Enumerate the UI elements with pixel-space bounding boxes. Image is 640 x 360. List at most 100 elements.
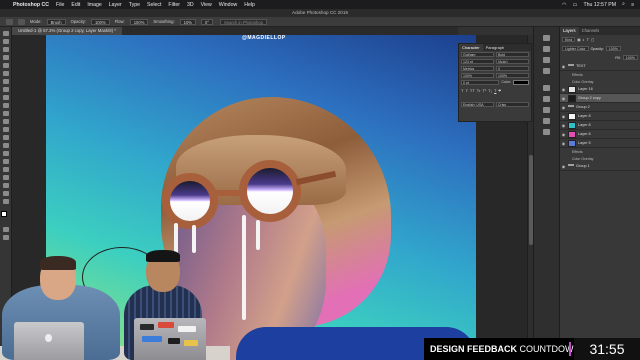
healing-brush-tool-icon[interactable] <box>2 87 9 92</box>
small-caps-button[interactable]: Tr <box>477 88 481 93</box>
superscript-button[interactable]: T¹ <box>482 88 486 93</box>
battery-icon[interactable]: ▭ <box>573 2 578 8</box>
opacity-field[interactable]: 100% <box>90 18 110 25</box>
swatches-panel-icon[interactable] <box>543 129 550 135</box>
type-tool-icon[interactable] <box>2 159 9 164</box>
visibility-eye-icon[interactable]: ◉ <box>561 87 566 92</box>
menu-clock[interactable]: Thu 12:57 PM <box>583 2 616 8</box>
visibility-eye-icon[interactable]: ◉ <box>561 164 566 169</box>
pen-tool-icon[interactable] <box>2 151 9 156</box>
foreground-color-swatch[interactable] <box>1 211 7 217</box>
quick-mask-icon[interactable] <box>2 227 9 232</box>
menu-image[interactable]: Image <box>87 2 101 8</box>
shape-tool-icon[interactable] <box>2 175 9 180</box>
font-size-field[interactable]: 124 pt <box>461 59 494 64</box>
antialias-select[interactable]: Crisp <box>496 102 529 107</box>
properties-panel-icon[interactable] <box>543 46 550 52</box>
layer-effect-item[interactable]: Color Overlay <box>560 155 640 162</box>
menu-list-icon[interactable]: ≡ <box>631 2 634 8</box>
eyedropper-tool-icon[interactable] <box>2 79 9 84</box>
visibility-eye-icon[interactable]: ◉ <box>561 64 566 69</box>
menu-help[interactable]: Help <box>244 2 255 8</box>
subscript-button[interactable]: T₁ <box>488 88 492 93</box>
search-icon[interactable]: ⌕ <box>622 1 625 8</box>
filter-shape-icon[interactable]: ▢ <box>591 38 594 42</box>
eraser-tool-icon[interactable] <box>2 119 9 124</box>
brush-settings-icon[interactable] <box>543 118 550 124</box>
menu-view[interactable]: View <box>201 2 212 8</box>
strikethrough-button[interactable]: T <box>498 88 500 93</box>
layer-opacity-field[interactable]: 100% <box>605 46 621 51</box>
layer-group-row[interactable]: ◉ TEXT <box>560 62 640 71</box>
all-caps-button[interactable]: TT <box>470 88 475 93</box>
quick-select-tool-icon[interactable] <box>2 55 9 60</box>
layer-row[interactable]: ◉ Layer 8 <box>560 112 640 121</box>
menu-layer[interactable]: Layer <box>109 2 122 8</box>
more-tools-icon[interactable] <box>2 199 9 204</box>
lasso-tool-icon[interactable] <box>2 47 9 52</box>
tab-character[interactable]: Character <box>459 44 483 51</box>
menu-window[interactable]: Window <box>219 2 237 8</box>
visibility-eye-icon[interactable]: ◉ <box>561 132 566 137</box>
blend-mode-select[interactable]: Lighter Color <box>562 46 589 51</box>
gradient-tool-icon[interactable] <box>2 127 9 132</box>
menu-type[interactable]: Type <box>129 2 140 8</box>
layer-row[interactable]: ◉ Layer 5 <box>560 139 640 148</box>
layer-group-row[interactable]: ◉ Group 1 <box>560 162 640 171</box>
menu-filter[interactable]: Filter <box>168 2 180 8</box>
tracking-field[interactable]: 0 <box>496 66 529 71</box>
menu-3d[interactable]: 3D <box>187 2 194 8</box>
layer-row[interactable]: ◉ Layer 6 <box>560 130 640 139</box>
faux-italic-button[interactable]: T <box>465 88 467 93</box>
move-tool-icon[interactable] <box>2 31 9 36</box>
baseline-shift-field[interactable]: 0 pt <box>461 80 500 85</box>
menu-file[interactable]: File <box>56 2 64 8</box>
font-family-select[interactable]: Gotham <box>461 52 494 57</box>
visibility-eye-icon[interactable]: ◉ <box>561 114 566 119</box>
wifi-icon[interactable]: ◠ <box>562 2 567 8</box>
layer-row[interactable]: ◉ Layer 16 <box>560 85 640 94</box>
path-select-tool-icon[interactable] <box>2 167 9 172</box>
history-panel-icon[interactable] <box>543 35 550 41</box>
faux-bold-button[interactable]: T <box>461 88 463 93</box>
glyphs-panel-icon[interactable] <box>543 107 550 113</box>
vertical-scale-field[interactable]: 100% <box>461 73 494 78</box>
kerning-field[interactable]: Metrics <box>461 66 494 71</box>
menu-select[interactable]: Select <box>147 2 161 8</box>
brush-preset-icon[interactable] <box>18 18 25 25</box>
blur-tool-icon[interactable] <box>2 135 9 140</box>
tab-paragraph[interactable]: Paragraph <box>483 44 508 51</box>
screen-mode-icon[interactable] <box>2 235 9 240</box>
smoothing-field[interactable]: 10% <box>179 18 196 25</box>
layer-effect-item[interactable]: Effects <box>560 148 640 155</box>
visibility-eye-icon[interactable]: ◉ <box>561 123 566 128</box>
brush-tool-icon[interactable] <box>2 95 9 100</box>
clone-stamp-tool-icon[interactable] <box>2 103 9 108</box>
underline-button[interactable]: T <box>494 88 496 93</box>
menu-app-name[interactable]: Photoshop CC <box>13 2 49 8</box>
visibility-eye-icon[interactable]: ◉ <box>561 141 566 146</box>
document-tab[interactable]: Untitled-1 @ 67.2% (Group 2 copy, Layer … <box>12 27 122 35</box>
filter-pixel-icon[interactable]: ▦ <box>577 38 580 42</box>
filter-type-icon[interactable]: T <box>587 38 589 42</box>
flow-field[interactable]: 100% <box>129 18 149 25</box>
font-style-select[interactable]: Bold <box>496 52 529 57</box>
horizontal-scale-field[interactable]: 100% <box>496 73 529 78</box>
mode-select[interactable]: Brush <box>46 18 66 25</box>
menu-edit[interactable]: Edit <box>71 2 80 8</box>
paragraph-panel-icon[interactable] <box>543 96 550 102</box>
hand-tool-icon[interactable] <box>2 183 9 188</box>
visibility-eye-icon[interactable]: ◉ <box>561 105 566 110</box>
frame-tool-icon[interactable] <box>2 71 9 76</box>
history-brush-tool-icon[interactable] <box>2 111 9 116</box>
tab-channels[interactable]: Channels <box>579 27 603 35</box>
layer-filter-select[interactable]: Kind <box>562 37 576 42</box>
layer-group-row[interactable]: ◉ Group 2 <box>560 103 640 112</box>
adjustments-panel-icon[interactable] <box>543 57 550 63</box>
layer-effect-item[interactable]: Color Overlay <box>560 78 640 85</box>
language-select[interactable]: English: USA <box>461 102 494 107</box>
home-icon[interactable] <box>6 18 13 25</box>
marquee-tool-icon[interactable] <box>2 39 9 44</box>
crop-tool-icon[interactable] <box>2 63 9 68</box>
visibility-eye-icon[interactable]: ◉ <box>561 96 566 101</box>
